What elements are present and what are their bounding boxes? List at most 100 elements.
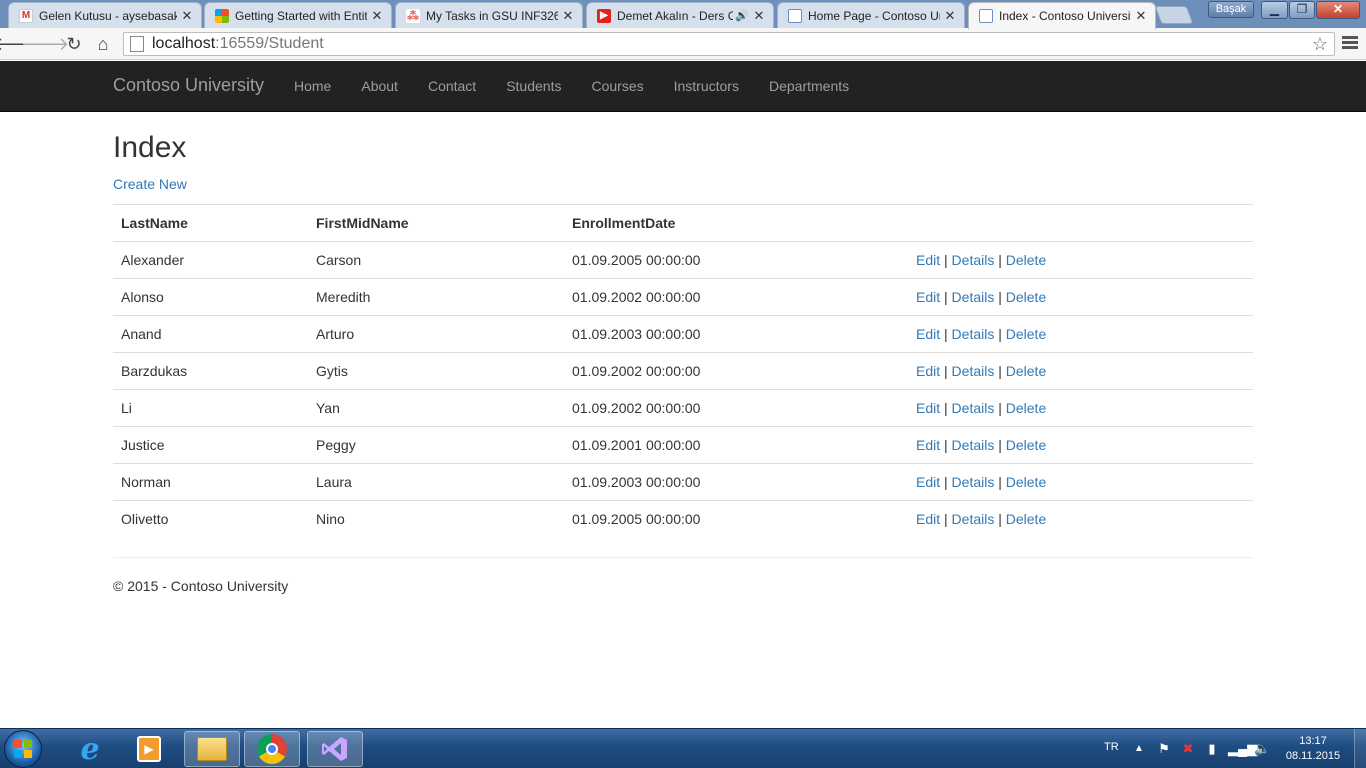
system-clock[interactable]: 13:17 08.11.2015 <box>1278 734 1348 764</box>
windows-logo-icon <box>14 740 32 758</box>
taskbar-visual-studio[interactable] <box>307 731 363 767</box>
taskbar-internet-explorer[interactable]: e <box>62 731 118 767</box>
nav-link-students[interactable]: Students <box>491 61 576 111</box>
delete-link[interactable]: Delete <box>1006 511 1046 527</box>
input-language-indicator[interactable]: TR <box>1104 741 1119 753</box>
taskbar-media-player[interactable]: ▶ <box>121 731 177 767</box>
cell-enrollmentdate: 01.09.2001 00:00:00 <box>564 426 908 464</box>
browser-menu-icon[interactable] <box>1342 34 1358 52</box>
action-separator: | <box>998 511 1002 527</box>
start-button[interactable] <box>4 730 42 768</box>
close-icon[interactable]: ✕ <box>371 8 383 24</box>
reload-icon[interactable]: ↻ <box>63 33 85 55</box>
battery-icon[interactable]: ▮ <box>1204 741 1220 757</box>
details-link[interactable]: Details <box>952 437 995 453</box>
browser-toolbar: 🡐 🡒 ↻ ⌂ localhost:16559/Student ☆ <box>0 28 1366 60</box>
chrome-icon <box>257 734 287 764</box>
cell-enrollmentdate: 01.09.2003 00:00:00 <box>564 463 908 501</box>
edit-link[interactable]: Edit <box>916 437 940 453</box>
browser-tab-asana[interactable]: ⁂ My Tasks in GSU INF326 - ✕ <box>395 2 583 28</box>
close-icon[interactable]: ✕ <box>944 8 956 24</box>
edit-link[interactable]: Edit <box>916 511 940 527</box>
action-separator: | <box>998 252 1002 268</box>
delete-link[interactable]: Delete <box>1006 289 1046 305</box>
close-window-button[interactable]: ✕ <box>1316 1 1360 19</box>
cell-enrollmentdate: 01.09.2005 00:00:00 <box>564 241 908 279</box>
table-row: Barzdukas Gytis 01.09.2002 00:00:00 Edit | … <box>113 352 1253 390</box>
page-icon <box>788 8 802 23</box>
details-link[interactable]: Details <box>952 363 995 379</box>
cell-firstmidname: Peggy <box>308 426 564 464</box>
volume-icon[interactable]: 🔈 <box>1254 741 1270 757</box>
browser-tab-youtube[interactable]: ▶ Demet Akalın - Ders O 🔊 ✕ <box>586 2 774 28</box>
nav-link-departments[interactable]: Departments <box>754 61 864 111</box>
cell-enrollmentdate: 01.09.2005 00:00:00 <box>564 500 908 537</box>
details-link[interactable]: Details <box>952 289 995 305</box>
action-separator: | <box>944 252 948 268</box>
delete-link[interactable]: Delete <box>1006 400 1046 416</box>
details-link[interactable]: Details <box>952 400 995 416</box>
user-profile-button[interactable]: Başak <box>1208 1 1254 18</box>
browser-tab-gmail[interactable]: M Gelen Kutusu - aysebasak ✕ <box>8 2 202 28</box>
taskbar-chrome[interactable] <box>244 731 300 767</box>
nav-link-instructors[interactable]: Instructors <box>659 61 754 111</box>
signal-icon[interactable]: ▂▄▆ <box>1228 741 1257 757</box>
page-footer: © 2015 - Contoso University <box>113 578 289 594</box>
students-table-body: Alexander Carson 01.09.2005 00:00:00 Edit |… <box>113 241 1253 537</box>
show-hidden-icons-icon[interactable]: ▲ <box>1134 743 1144 754</box>
table-row: Norman Laura 01.09.2003 00:00:00 Edit | Det… <box>113 463 1253 501</box>
home-icon[interactable]: ⌂ <box>92 33 114 55</box>
maximize-button[interactable]: ❐ <box>1289 1 1315 19</box>
column-header-firstmidname: FirstMidName <box>308 204 564 242</box>
nav-link-courses[interactable]: Courses <box>576 61 658 111</box>
cell-firstmidname: Nino <box>308 500 564 537</box>
new-tab-button[interactable] <box>1154 6 1194 24</box>
delete-link[interactable]: Delete <box>1006 252 1046 268</box>
minimize-button[interactable]: ▁ <box>1261 1 1288 19</box>
nav-link-home[interactable]: Home <box>279 61 346 111</box>
browser-tabstrip: M Gelen Kutusu - aysebasak ✕ Getting Sta… <box>0 0 1366 29</box>
details-link[interactable]: Details <box>952 326 995 342</box>
bookmark-star-icon[interactable]: ☆ <box>1312 34 1328 55</box>
show-desktop-button[interactable] <box>1354 729 1366 768</box>
delete-link[interactable]: Delete <box>1006 326 1046 342</box>
asana-icon: ⁂ <box>406 8 420 23</box>
details-link[interactable]: Details <box>952 511 995 527</box>
edit-link[interactable]: Edit <box>916 252 940 268</box>
create-new-link[interactable]: Create New <box>113 174 187 194</box>
edit-link[interactable]: Edit <box>916 400 940 416</box>
close-icon[interactable]: ✕ <box>181 8 193 24</box>
details-link[interactable]: Details <box>952 252 995 268</box>
delete-link[interactable]: Delete <box>1006 437 1046 453</box>
cell-actions: Edit | Details | Delete <box>908 426 1253 464</box>
edit-link[interactable]: Edit <box>916 363 940 379</box>
cell-enrollmentdate: 01.09.2003 00:00:00 <box>564 315 908 353</box>
address-bar[interactable]: localhost:16559/Student ☆ <box>123 32 1335 56</box>
close-icon[interactable]: ✕ <box>753 8 765 24</box>
close-icon[interactable]: ✕ <box>562 8 574 24</box>
details-link[interactable]: Details <box>952 474 995 490</box>
cell-lastname: Norman <box>113 463 308 501</box>
youtube-icon: ▶ <box>597 8 611 23</box>
action-center-flag-icon[interactable]: ⚑ <box>1156 741 1172 757</box>
gmail-icon: M <box>19 8 33 23</box>
forward-icon[interactable]: 🡒 <box>21 33 69 55</box>
browser-tab-index[interactable]: Index - Contoso Universit ✕ <box>968 2 1156 29</box>
delete-link[interactable]: Delete <box>1006 363 1046 379</box>
media-player-icon: ▶ <box>137 736 161 762</box>
browser-tab-home[interactable]: Home Page - Contoso Un ✕ <box>777 2 965 28</box>
edit-link[interactable]: Edit <box>916 474 940 490</box>
delete-link[interactable]: Delete <box>1006 474 1046 490</box>
edit-link[interactable]: Edit <box>916 326 940 342</box>
taskbar-file-explorer[interactable] <box>184 731 240 767</box>
site-brand[interactable]: Contoso University <box>113 75 264 96</box>
nav-link-contact[interactable]: Contact <box>413 61 491 111</box>
table-row: Justice Peggy 01.09.2001 00:00:00 Edit | De… <box>113 426 1253 464</box>
nav-link-about[interactable]: About <box>346 61 413 111</box>
network-error-icon[interactable]: ✖ <box>1180 741 1196 757</box>
close-icon[interactable]: ✕ <box>1135 8 1147 24</box>
nav-links: Home About Contact Students Courses Inst… <box>279 61 864 111</box>
edit-link[interactable]: Edit <box>916 289 940 305</box>
cell-firstmidname: Gytis <box>308 352 564 390</box>
browser-tab-entity[interactable]: Getting Started with Entity ✕ <box>204 2 392 28</box>
